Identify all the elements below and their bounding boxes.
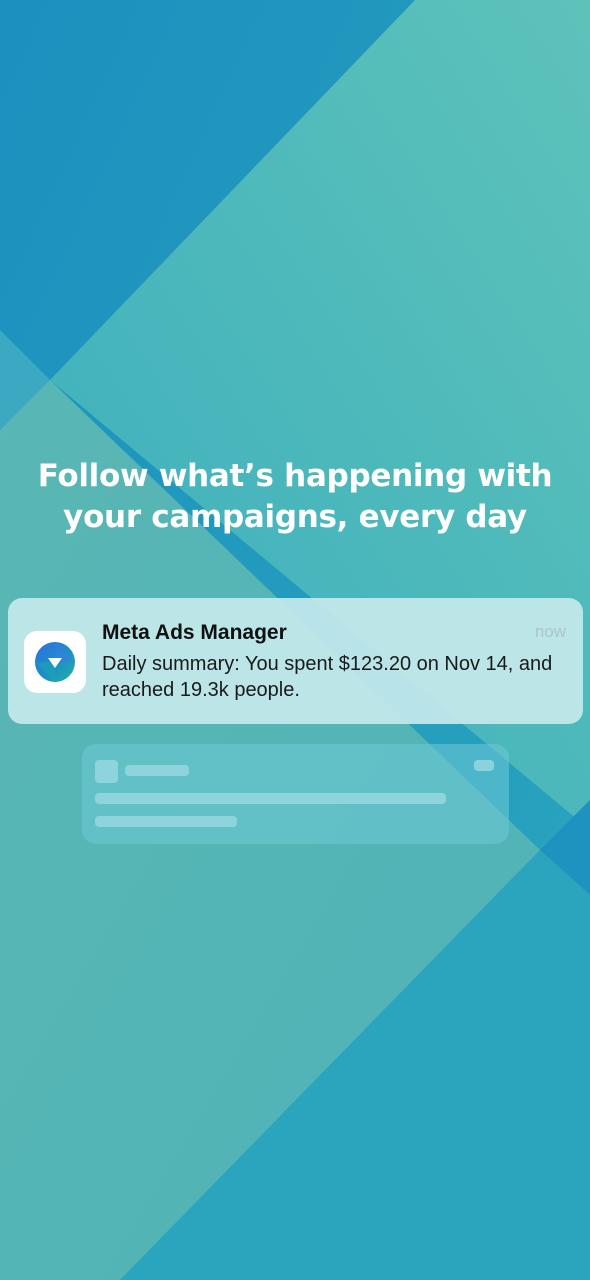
headline-line-1: Follow what’s happening with: [37, 458, 553, 494]
notification-card[interactable]: Meta Ads Manager now Daily summary: You …: [8, 598, 583, 724]
notification-app-name: Meta Ads Manager: [102, 621, 287, 644]
notification-message: Daily summary: You spent $123.20 on Nov …: [102, 653, 553, 701]
headline: Follow what’s happening with your campai…: [0, 456, 590, 538]
placeholder-title-bar: [125, 765, 189, 776]
headline-line-2: your campaigns, every day: [63, 499, 527, 535]
placeholder-time-bar: [474, 760, 494, 771]
notification-time: now: [534, 622, 566, 641]
placeholder-icon: [95, 760, 118, 783]
placeholder-notification-card: [82, 744, 509, 844]
placeholder-line-2: [95, 816, 237, 827]
placeholder-line-1: [95, 793, 446, 804]
meta-ads-manager-app-icon: [24, 631, 86, 693]
